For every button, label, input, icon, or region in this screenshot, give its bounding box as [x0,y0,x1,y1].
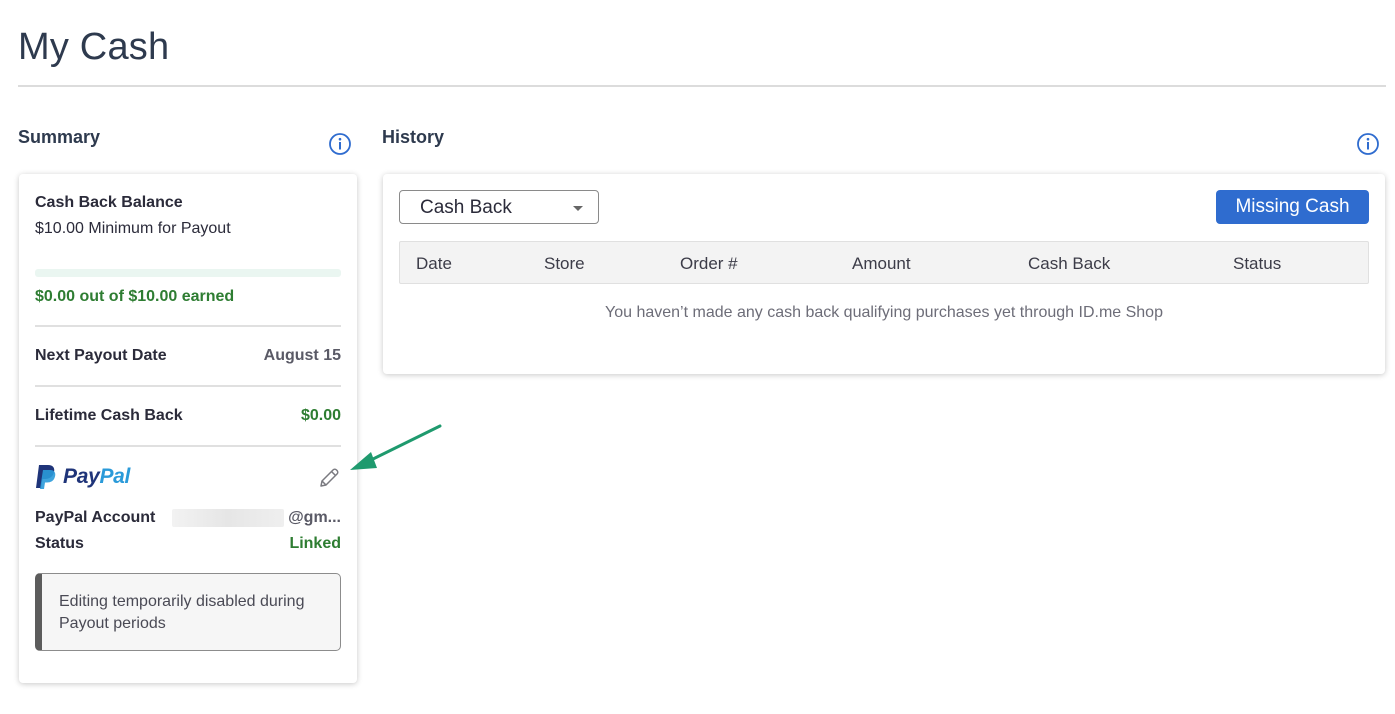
next-payout-label: Next Payout Date [35,347,167,364]
column-header-cash-back[interactable]: Cash Back [1028,254,1110,274]
missing-cash-button[interactable]: Missing Cash [1216,190,1369,224]
divider [35,445,341,447]
earned-text: $0.00 out of $10.00 earned [35,288,235,305]
column-header-status[interactable]: Status [1233,254,1281,274]
editing-disabled-notice: Editing temporarily disabled during Payo… [35,573,341,651]
divider [35,385,341,387]
paypal-account-label: PayPal Account [35,509,156,526]
paypal-p-icon [36,465,56,489]
lifetime-cash-back-label: Lifetime Cash Back [35,407,183,424]
title-divider [18,85,1386,87]
summary-info-icon[interactable] [328,132,352,156]
history-info-icon[interactable] [1356,132,1380,156]
lifetime-cash-back-value: $0.00 [300,407,341,424]
paypal-wordmark-pal: Pal [99,465,131,488]
history-empty-message: You haven’t made any cash back qualifyin… [605,304,1163,321]
paypal-wordmark-pay: Pay [63,465,100,488]
chevron-down-icon [573,206,583,211]
paypal-logo: PayPal [35,464,130,490]
history-heading: History [382,127,445,147]
summary-heading: Summary [18,127,101,147]
column-header-amount[interactable]: Amount [852,254,911,274]
next-payout-value: August 15 [263,347,341,364]
earnings-progress-bar [35,269,341,277]
history-table-header: Date Store Order # Amount Cash Back Stat… [399,241,1369,284]
paypal-status-label: Status [35,535,84,552]
history-card: Cash Back Missing Cash Date Store Order … [383,174,1385,374]
history-type-selected-value: Cash Back [420,197,512,218]
cash-back-balance-label: Cash Back Balance [35,194,183,211]
annotation-arrow-icon [350,424,442,470]
page-title: My Cash [18,26,170,68]
minimum-payout-text: $10.00 Minimum for Payout [35,220,231,237]
paypal-account-value: @gm... [288,509,341,526]
paypal-account-row: PayPal Account @gm... [35,509,341,527]
divider [35,325,341,327]
redacted-email-blur [172,509,285,527]
column-header-order[interactable]: Order # [680,254,738,274]
lifetime-cash-back-row: Lifetime Cash Back $0.00 [35,407,341,425]
summary-card: Cash Back Balance $10.00 Minimum for Pay… [19,174,357,683]
history-type-select[interactable]: Cash Back [399,190,599,224]
column-header-store[interactable]: Store [544,254,585,274]
paypal-status-value: Linked [289,535,341,552]
edit-paypal-pencil-icon[interactable] [317,466,341,490]
next-payout-row: Next Payout Date August 15 [35,347,341,365]
column-header-date[interactable]: Date [416,254,452,274]
paypal-status-row: Status Linked [35,535,341,553]
